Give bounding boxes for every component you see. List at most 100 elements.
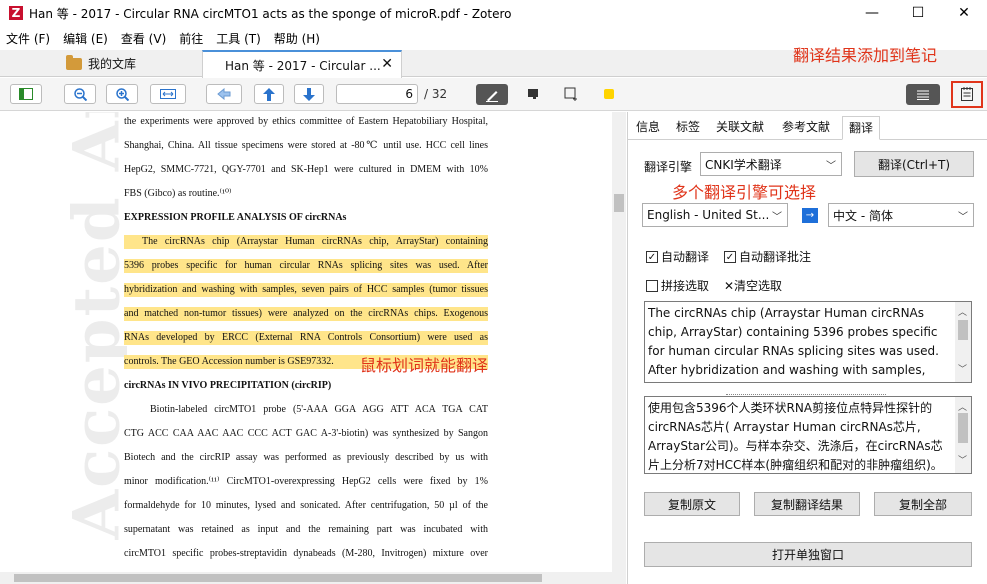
result-scroll-thumb[interactable] — [958, 413, 968, 443]
pdf-text-line[interactable]: EXPRESSION PROFILE ANALYSIS OF circRNAs — [124, 211, 488, 225]
menu-edit[interactable]: 编辑 (E) — [63, 30, 108, 47]
window-controls: — ☐ ✕ — [849, 0, 987, 26]
chevron-down-icon: ﹀ — [772, 212, 782, 223]
maximize-button[interactable]: ☐ — [895, 0, 941, 26]
open-window-button[interactable]: 打开单独窗口 — [644, 542, 972, 567]
target-language-value: 中文 - 简体 — [833, 208, 893, 223]
menu-go[interactable]: 前往 — [179, 30, 203, 47]
area-tool-button[interactable] — [556, 83, 586, 105]
tab-tags[interactable]: 标签 — [676, 116, 700, 140]
back-arrow-icon — [217, 88, 231, 100]
pdf-text-line[interactable]: supernatant was retained as input and th… — [124, 523, 488, 537]
pdf-text-line[interactable]: circRNAs IN VIVO PRECIPITATION (circRIP) — [124, 379, 488, 393]
source-scrollbar[interactable]: ︿ ﹀ — [955, 302, 971, 382]
menu-bar: 文件 (F) 编辑 (E) 查看 (V) 前往 工具 (T) 帮助 (H) — [0, 27, 333, 49]
area-select-icon — [564, 87, 577, 101]
pdf-text-line[interactable]: the experiments were approved by ethics … — [124, 115, 488, 129]
result-text-area[interactable]: 使用包含5396个人类环状RNA剪接位点特异性探针的circRNAs芯片( Ar… — [644, 396, 972, 474]
tab-references[interactable]: 参考文献 — [782, 116, 830, 140]
pdf-text-line[interactable]: and matched non-tumor tissues) were anal… — [124, 307, 488, 321]
tab-info[interactable]: 信息 — [636, 116, 660, 140]
result-scrollbar[interactable]: ︿ ﹀ — [955, 397, 971, 473]
next-page-button[interactable] — [294, 84, 324, 104]
tab-library[interactable]: 我的文库 — [0, 50, 200, 77]
arrow-up-icon — [263, 87, 275, 101]
engine-select-value: CNKI学术翻译 — [705, 157, 782, 172]
pdf-text-line[interactable]: HepG2, SMMC-7721, QGY-7701 and SK-Hep1 w… — [124, 163, 488, 177]
zoom-in-button[interactable] — [106, 84, 138, 104]
clear-selection-button[interactable]: ✕清空选取 — [724, 277, 782, 294]
item-pane-tabs: 信息 标签 关联文献 参考文献 翻译 — [628, 112, 987, 140]
close-button[interactable]: ✕ — [941, 0, 987, 26]
note-icon — [528, 89, 538, 99]
auto-translate-annotation-checkbox[interactable]: ✓ 自动翻译批注 — [724, 248, 811, 265]
pdf-text-line[interactable]: minor modification.⁽¹¹⁾ CircMTO1-overexp… — [124, 475, 488, 489]
color-picker-icon[interactable] — [604, 89, 614, 99]
scroll-down-icon[interactable]: ﹀ — [958, 452, 967, 471]
source-text-area[interactable]: The circRNAs chip (Arraystar Human circR… — [644, 301, 972, 383]
pdf-text-line[interactable]: 5396 probes specific for human circular … — [124, 259, 488, 273]
tab-related[interactable]: 关联文献 — [716, 116, 764, 140]
pdf-vertical-scroll-thumb[interactable] — [614, 194, 624, 212]
tab-translate[interactable]: 翻译 — [842, 116, 881, 140]
zoom-out-button[interactable] — [64, 84, 96, 104]
page-number-input[interactable]: 6 — [336, 84, 418, 104]
previous-page-button[interactable] — [254, 84, 284, 104]
zoom-in-icon — [115, 87, 129, 101]
pdf-text-line[interactable]: circMTO1 specific probes-streptavidin dy… — [124, 547, 488, 561]
pdf-text-line[interactable]: hybridization and washing with samples, … — [124, 283, 488, 297]
pdf-horizontal-scrollbar[interactable] — [0, 572, 626, 584]
chevron-down-icon: ﹀ — [826, 161, 836, 172]
pdf-text-line[interactable]: FBS (Gibco) as routine.⁽¹⁰⁾ — [124, 187, 488, 201]
menu-tools[interactable]: 工具 (T) — [216, 30, 261, 47]
toggle-sidebar-button[interactable] — [10, 84, 42, 104]
swap-language-icon[interactable]: → — [802, 208, 818, 223]
minimize-button[interactable]: — — [849, 0, 895, 26]
pdf-viewer[interactable]: Accepted Arti the experiments were appro… — [0, 112, 612, 572]
pdf-text-line[interactable]: RNAs developed by ERCC (External RNA Con… — [124, 331, 488, 345]
toggle-annotations-button[interactable] — [906, 84, 940, 105]
tab-document-label: Han 等 - 2017 - Circular ... — [225, 58, 381, 73]
fit-width-button[interactable] — [150, 84, 186, 104]
zotero-logo-icon: Z — [9, 6, 23, 20]
watermark: Accepted Arti — [57, 112, 128, 572]
pdf-text-line[interactable]: CTG ACC CAA AAC AAC CCC ACT GAC A-3'-bio… — [124, 427, 488, 441]
menu-help[interactable]: 帮助 (H) — [274, 30, 320, 47]
menu-file[interactable]: 文件 (F) — [6, 30, 50, 47]
watermark-text: Accepted Arti — [59, 112, 128, 540]
engine-select[interactable]: CNKI学术翻译 ﹀ — [700, 152, 842, 176]
translate-button[interactable]: 翻译(Ctrl+T) — [854, 151, 974, 177]
pdf-text-line[interactable]: Biotech and the circRIP assay was perfor… — [124, 451, 488, 465]
clear-selection-label: ✕清空选取 — [724, 279, 783, 293]
notes-button-highlight — [951, 81, 983, 108]
copy-all-button[interactable]: 复制全部 — [874, 492, 972, 516]
tab-document[interactable]: Han 等 - 2017 - Circular ... ✕ — [202, 50, 402, 78]
pdf-text-line[interactable]: The circRNAs chip (Arraystar Human circR… — [124, 235, 488, 249]
source-scroll-thumb[interactable] — [958, 320, 968, 340]
menu-view[interactable]: 查看 (V) — [121, 30, 166, 47]
auto-translate-checkbox[interactable]: ✓ 自动翻译 — [646, 248, 709, 265]
window-title: Han 等 - 2017 - Circular RNA circMTO1 act… — [29, 6, 512, 21]
back-button[interactable] — [206, 84, 242, 104]
note-tool-button[interactable] — [518, 83, 548, 105]
checkbox-checked-icon: ✓ — [646, 250, 658, 263]
auto-translate-annotation-label: 自动翻译批注 — [739, 250, 812, 264]
pdf-vertical-scrollbar[interactable] — [612, 112, 626, 572]
engine-hint-annotation: 多个翻译引擎可选择 — [672, 183, 817, 202]
concat-select-checkbox[interactable]: 拼接选取 — [646, 277, 709, 294]
tab-close-icon[interactable]: ✕ — [381, 56, 393, 72]
copy-source-button[interactable]: 复制原文 — [644, 492, 740, 516]
pdf-horizontal-scroll-thumb[interactable] — [14, 574, 542, 582]
chevron-down-icon: ﹀ — [958, 212, 968, 223]
pdf-text-line[interactable]: Biotin-labeled circMTO1 probe (5'-AAA GG… — [124, 403, 488, 417]
source-language-select[interactable]: English - United St... ﹀ — [642, 203, 788, 227]
library-folder-icon — [66, 54, 82, 70]
copy-result-button[interactable]: 复制翻译结果 — [754, 492, 860, 516]
pdf-text-line[interactable]: formaldehyde for 10 minutes, lysed and s… — [124, 499, 488, 513]
pdf-text-line[interactable]: Shanghai, China. All tissue specimens we… — [124, 139, 488, 153]
target-language-select[interactable]: 中文 - 简体 ﹀ — [828, 203, 974, 227]
highlight-tool-button[interactable] — [476, 84, 508, 105]
scroll-down-icon[interactable]: ﹀ — [958, 361, 967, 380]
fit-width-icon — [160, 89, 176, 99]
pen-icon — [486, 90, 498, 102]
